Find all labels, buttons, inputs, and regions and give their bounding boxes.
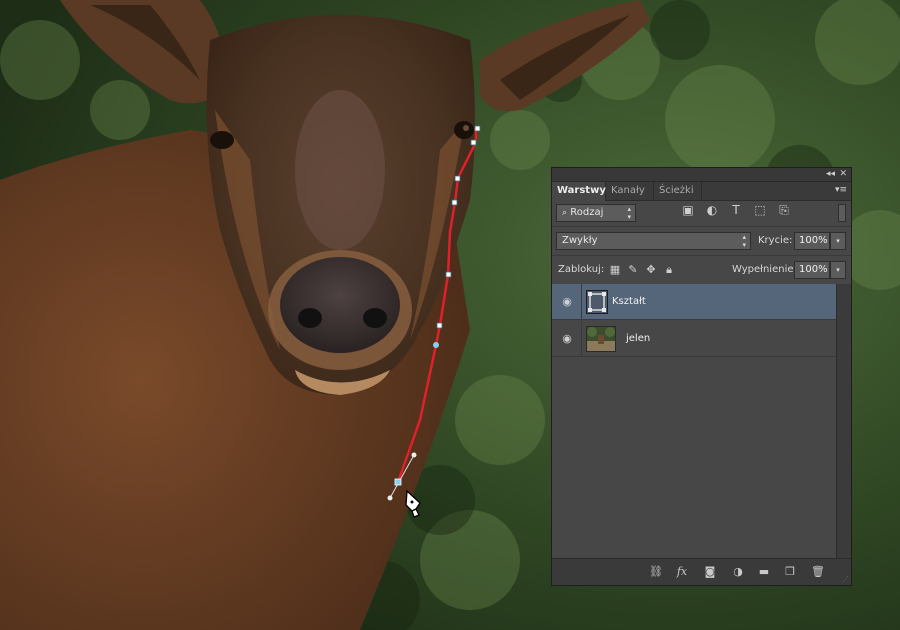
opacity-dropdown[interactable]: ▾ xyxy=(830,232,846,250)
filter-row: ⌕ Rodzaj ▴ ▾ ▣ ◐ T ⬚ ⎘ xyxy=(552,201,851,225)
layer-name[interactable]: jelen xyxy=(626,321,650,357)
visibility-eye-icon[interactable]: ◉ xyxy=(558,321,576,357)
pen-tool-icon xyxy=(405,489,421,518)
spinner-icon: ▴ ▾ xyxy=(627,205,631,221)
layer-row-shape[interactable]: ◉ Kształt xyxy=(552,284,836,320)
layer-row-photo[interactable]: ◉ jelen xyxy=(552,321,836,357)
fill-label: Wypełnienie: xyxy=(732,264,797,275)
tab-paths[interactable]: Ścieżki xyxy=(654,182,702,200)
blend-row: Zwykły ▴ ▾ Krycie: 100% ▾ xyxy=(552,226,851,255)
blend-mode-label: Zwykły xyxy=(562,235,598,246)
mask-icon[interactable]: ◙ xyxy=(702,564,718,580)
filter-kind-label: Rodzaj xyxy=(570,207,604,218)
shape-filter-icon[interactable]: ⬚ xyxy=(752,201,768,219)
resize-grip-icon[interactable]: ⋰ xyxy=(842,575,849,583)
blend-mode-select[interactable]: Zwykły ▴ ▾ xyxy=(556,232,751,250)
tab-channels[interactable]: Kanały xyxy=(606,182,654,200)
panel-bottom-toolbar: ⛓ fx ◙ ◑ ▬ ❐ 🗑︎ ⋰ xyxy=(552,558,851,585)
fx-icon[interactable]: fx xyxy=(674,564,690,580)
lock-transparency-icon[interactable]: ▦ xyxy=(608,262,622,278)
trash-icon[interactable]: 🗑︎ xyxy=(810,564,826,580)
folder-icon[interactable]: ▬ xyxy=(756,564,772,580)
lock-brush-icon[interactable]: ✎ xyxy=(626,262,640,278)
panel-titlebar[interactable]: ◂◂ ✕ xyxy=(552,168,851,182)
lock-all-icon[interactable]: 🔒︎ xyxy=(662,262,676,278)
text-filter-icon[interactable]: T xyxy=(728,201,744,219)
divider xyxy=(581,321,582,357)
new-layer-icon[interactable]: ❐ xyxy=(782,564,798,580)
image-filter-icon[interactable]: ▣ xyxy=(680,201,696,219)
layers-panel: ◂◂ ✕ Warstwy Kanały Ścieżki ▾≡ ⌕ Rodzaj … xyxy=(551,167,852,586)
layers-list: ◉ Kształt ◉ jelen xyxy=(552,284,836,558)
lock-label: Zablokuj: xyxy=(558,264,605,275)
fill-input[interactable]: 100% xyxy=(794,261,830,279)
link-icon[interactable]: ⛓ xyxy=(648,564,664,580)
close-icon[interactable]: ✕ xyxy=(839,168,847,181)
search-icon: ⌕ xyxy=(562,208,568,218)
fill-dropdown[interactable]: ▾ xyxy=(830,261,846,279)
panel-menu-icon[interactable]: ▾≡ xyxy=(835,185,847,195)
lock-move-icon[interactable]: ✥ xyxy=(644,262,658,278)
filter-toggle[interactable] xyxy=(838,204,846,222)
lock-row: Zablokuj: ▦ ✎ ✥ 🔒︎ Wypełnienie: 100% ▾ xyxy=(552,255,851,284)
smartobject-filter-icon[interactable]: ⎘ xyxy=(776,201,792,219)
tab-layers[interactable]: Warstwy xyxy=(552,182,606,201)
opacity-label: Krycie: xyxy=(758,235,793,246)
panel-tabbar: Warstwy Kanały Ścieżki ▾≡ xyxy=(552,182,851,201)
adjustment-filter-icon[interactable]: ◐ xyxy=(704,201,720,219)
divider xyxy=(581,284,582,320)
adjustment-icon[interactable]: ◑ xyxy=(730,564,746,580)
opacity-input[interactable]: 100% xyxy=(794,232,830,250)
collapse-icon[interactable]: ◂◂ xyxy=(826,168,835,181)
photo-layer-thumbnail xyxy=(586,326,616,352)
filter-kind-select[interactable]: ⌕ Rodzaj ▴ ▾ xyxy=(556,204,636,222)
spinner-icon: ▴ ▾ xyxy=(742,233,746,249)
visibility-eye-icon[interactable]: ◉ xyxy=(558,284,576,320)
layer-name[interactable]: Kształt xyxy=(612,284,646,320)
shape-layer-thumbnail xyxy=(586,290,608,314)
layers-scrollbar[interactable] xyxy=(836,284,851,558)
